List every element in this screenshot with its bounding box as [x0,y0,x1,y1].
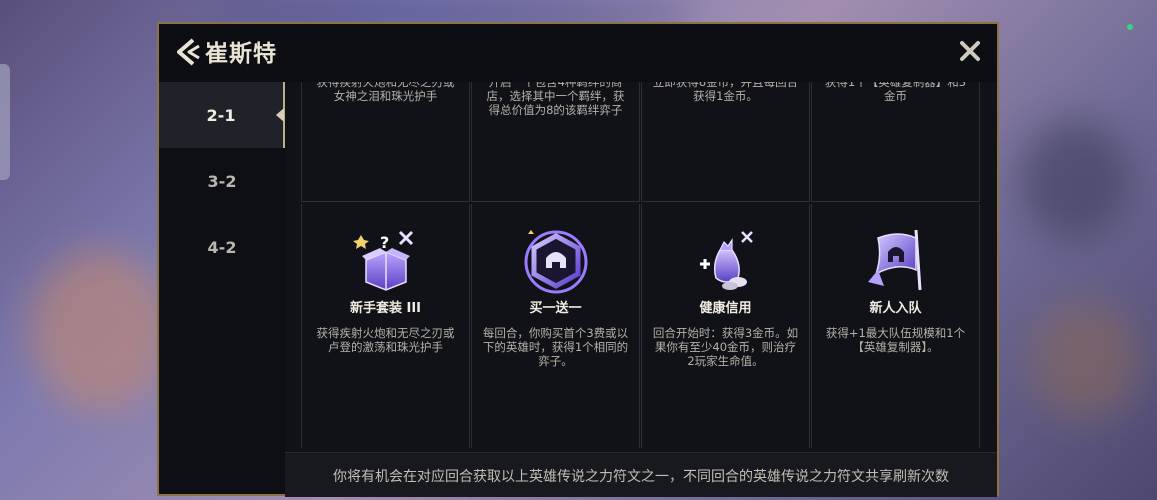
augment-card[interactable]: ? 新手套装 III 获得疾射火炮和无尽之刃或卢登的激荡和珠光护手 [301,204,470,448]
background-blob [1020,120,1130,240]
tab-3-2[interactable]: 3-2 [159,148,285,214]
augment-description: 获得+1最大队伍规模和1个【英雄复制器】。 [825,326,966,354]
gift-box-icon: ? [352,230,413,291]
round-tabs: 2-1 3-2 4-2 [159,82,285,494]
status-dot [1127,24,1133,30]
augment-description: 开启一个包含4种羁绊的商店，选择其中一个羁绊，获得总价值为8的该羁绊弈子 [486,82,625,117]
tab-indicator-icon [276,108,284,122]
augment-card[interactable]: 立即获得8金币，并且每回合获得1金币。 [641,82,810,202]
augment-grid: 获得疾射火炮和无尽之刃或女神之泪和珠光护手 开启一个包含4种羁绊的商店，选择其中… [301,82,981,448]
tab-4-2[interactable]: 4-2 [159,214,285,280]
augment-description: 获得疾射火炮和无尽之刃或女神之泪和珠光护手 [316,82,455,103]
augment-card[interactable]: 买一送一 每回合，你购买首个3费或以下的英雄时，获得1个相同的弈子。 [471,204,640,448]
tab-label: 2-1 [206,105,236,125]
flag-helmet-icon [867,229,921,291]
augment-name: 健康信用 [699,301,752,316]
augment-card[interactable]: 健康信用 回合开始时：获得3金币。如果你有至少40金币，则治疗2玩家生命值。 [641,204,810,448]
augment-description: 每回合，你购买首个3费或以下的英雄时，获得1个相同的弈子。 [482,326,629,368]
money-bag-icon [699,231,753,290]
footer-text: 你将有机会在对应回合获取以上英雄传说之力符文之一，不同回合的英雄传说之力符文共享… [333,469,949,485]
tab-label: 3-2 [207,171,237,191]
helmet-hexagon-icon [524,230,587,294]
footer-note: 你将有机会在对应回合获取以上英雄传说之力符文之一，不同回合的英雄传说之力符文共享… [285,452,997,497]
augment-name: 新人入队 [869,301,922,316]
augment-card[interactable]: 开启一个包含4种羁绊的商店，选择其中一个羁绊，获得总价值为8的该羁绊弈子 [471,82,640,202]
svg-text:?: ? [380,233,389,252]
augment-description: 获得1个【英雄复制器】和3金币 [824,82,967,103]
close-icon[interactable] [955,36,985,66]
page-title: 崔斯特 [205,41,277,67]
panel-header: 崔斯特 [159,24,997,82]
tab-2-1[interactable]: 2-1 [159,82,285,148]
back-arrow-icon[interactable] [173,36,203,68]
side-handle[interactable] [0,64,10,180]
augment-description: 立即获得8金币，并且每回合获得1金币。 [652,82,799,103]
augment-panel: 崔斯特 2-1 3-2 4-2 获得疾射火炮和无尽之刃或女神之泪和珠光护手 开启… [157,22,999,497]
augment-name: 新手套装 III [349,301,422,316]
augment-description: 获得疾射火炮和无尽之刃或卢登的激荡和珠光护手 [316,326,455,354]
background-blob [1030,300,1140,420]
augment-name: 买一送一 [529,301,582,316]
augment-card[interactable]: 获得疾射火炮和无尽之刃或女神之泪和珠光护手 [301,82,470,202]
augment-description: 回合开始时：获得3金币。如果你有至少40金币，则治疗2玩家生命值。 [652,326,799,368]
augment-card[interactable]: 新人入队 获得+1最大队伍规模和1个【英雄复制器】。 [811,204,980,448]
tab-label: 4-2 [207,237,237,257]
augment-card[interactable]: 获得1个【英雄复制器】和3金币 [811,82,980,202]
background-blob [30,250,170,410]
